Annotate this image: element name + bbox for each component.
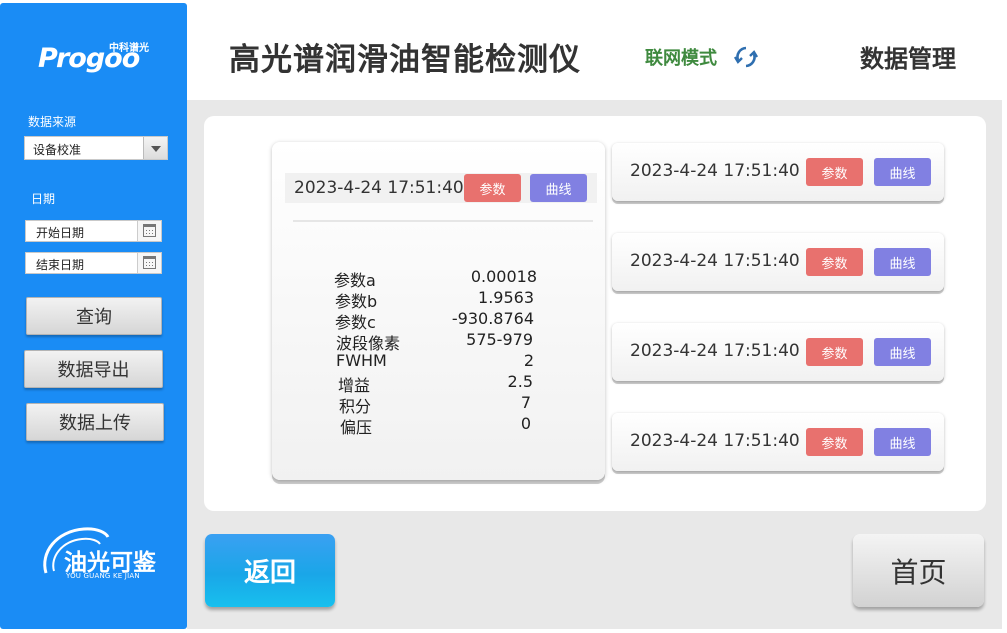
curve-button[interactable]: 曲线	[874, 428, 931, 456]
param-button[interactable]: 参数	[806, 158, 863, 186]
start-date-placeholder: 开始日期	[36, 226, 85, 240]
param-row: 波段像素 575-979	[272, 330, 605, 353]
record-card[interactable]: 2023-4-24 17:51:40 参数 曲线	[612, 233, 944, 291]
record-card[interactable]: 2023-4-24 17:51:40 参数 曲线	[612, 143, 944, 201]
source-select-value: 设备校准	[33, 143, 82, 157]
param-value: 2	[523, 351, 534, 370]
param-button[interactable]: 参数	[806, 428, 863, 456]
curve-button[interactable]: 曲线	[874, 248, 931, 276]
param-value: 575-979	[466, 330, 533, 349]
param-value: 1.9563	[478, 288, 534, 307]
param-row: FWHM 2	[272, 351, 605, 372]
detail-card: 2023-4-24 17:51:40 参数 曲线 参数a 0.00018 参数b…	[272, 142, 605, 480]
param-row: 参数c -930.8764	[272, 309, 605, 332]
end-date-placeholder: 结束日期	[36, 258, 85, 272]
back-button[interactable]: 返回	[205, 534, 335, 607]
param-key: FWHM	[336, 351, 387, 370]
curve-button[interactable]: 曲线	[874, 338, 931, 366]
record-timestamp: 2023-4-24 17:51:40	[630, 251, 800, 271]
query-button[interactable]: 查询	[26, 297, 162, 335]
curve-button[interactable]: 曲线	[874, 158, 931, 186]
source-label: 数据来源	[28, 115, 77, 129]
upload-button[interactable]: 数据上传	[26, 403, 164, 441]
calendar-icon[interactable]	[137, 253, 161, 273]
param-value: 0.00018	[470, 267, 537, 286]
brand-logo: 油光可鉴 YOU GUANG KE JIAN	[36, 523, 156, 585]
page-title: 高光谱润滑油智能检测仪	[229, 42, 581, 78]
param-row: 积分 7	[272, 393, 605, 416]
param-button[interactable]: 参数	[464, 174, 521, 202]
section-title: 数据管理	[860, 45, 956, 73]
source-select[interactable]: 设备校准	[24, 136, 168, 160]
sidebar: 中科谱光 Progoo 数据来源 设备校准 日期 开始日期 结束日期 查询 数据…	[0, 3, 187, 629]
export-button[interactable]: 数据导出	[24, 350, 163, 388]
content-panel: 2023-4-24 17:51:40 参数 曲线 参数a 0.00018 参数b…	[204, 116, 986, 511]
chevron-down-icon[interactable]	[143, 137, 167, 159]
curve-button[interactable]: 曲线	[530, 174, 587, 202]
calendar-icon[interactable]	[137, 221, 161, 241]
param-row: 参数a 0.00018	[272, 267, 605, 290]
param-value: 0	[520, 414, 531, 433]
home-button[interactable]: 首页	[853, 534, 984, 607]
record-timestamp: 2023-4-24 17:51:40	[630, 161, 800, 181]
header: 高光谱润滑油智能检测仪 联网模式 数据管理	[187, 3, 1002, 100]
divider	[293, 220, 593, 222]
date-label: 日期	[31, 192, 56, 206]
logo-en-text: Progoo	[38, 43, 140, 74]
network-mode-label: 联网模式	[645, 48, 717, 69]
progoo-logo: 中科谱光 Progoo	[36, 39, 151, 74]
param-button[interactable]: 参数	[806, 338, 863, 366]
record-card[interactable]: 2023-4-24 17:51:40 参数 曲线	[612, 413, 944, 471]
main-area: 2023-4-24 17:51:40 参数 曲线 参数a 0.00018 参数b…	[187, 100, 1002, 629]
end-date-input[interactable]: 结束日期	[25, 252, 162, 274]
param-row: 参数b 1.9563	[272, 288, 605, 311]
param-key: 偏压	[340, 418, 373, 437]
start-date-input[interactable]: 开始日期	[25, 220, 162, 242]
brand-en-text: YOU GUANG KE JIAN	[66, 572, 140, 580]
param-row: 增益 2.5	[272, 372, 605, 395]
record-card[interactable]: 2023-4-24 17:51:40 参数 曲线	[612, 323, 944, 381]
param-value: 2.5	[507, 372, 533, 391]
param-button[interactable]: 参数	[806, 248, 863, 276]
record-timestamp: 2023-4-24 17:51:40	[630, 341, 800, 361]
detail-header: 2023-4-24 17:51:40 参数 曲线	[285, 173, 597, 203]
detail-timestamp: 2023-4-24 17:51:40	[294, 178, 464, 198]
refresh-icon[interactable]	[733, 44, 759, 70]
param-row: 偏压 0	[272, 414, 605, 437]
param-value: -930.8764	[451, 309, 534, 328]
param-value: 7	[520, 393, 531, 412]
record-timestamp: 2023-4-24 17:51:40	[630, 431, 800, 451]
